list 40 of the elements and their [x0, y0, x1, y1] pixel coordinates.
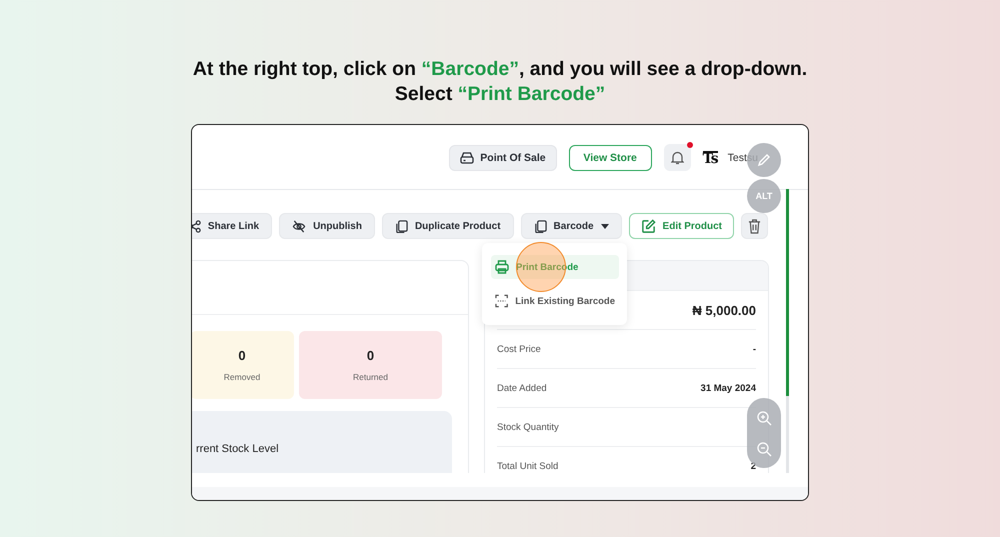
stat-label: Removed — [224, 372, 260, 382]
unpublish-button[interactable]: Unpublish — [279, 213, 375, 239]
panel-title: rrent Stock Level — [196, 443, 279, 455]
zoom-in-icon — [756, 410, 772, 426]
copy-icon — [394, 220, 408, 232]
delete-button[interactable] — [741, 213, 768, 239]
detail-value: 2 — [750, 460, 756, 472]
printer-icon — [495, 260, 509, 274]
zoom-out-button[interactable] — [756, 440, 772, 456]
instruction-text: Select “Print Barcode” — [394, 82, 606, 107]
detail-label: Cost Price — [497, 344, 541, 354]
point-of-sale-button[interactable]: Point Of Sale — [449, 144, 557, 170]
share-link-button[interactable]: Share Link — [192, 213, 272, 239]
menu-item[interactable]: Link Existing Barcode — [491, 289, 619, 313]
scan-icon — [495, 294, 508, 308]
detail-value: 31 May 2024 — [700, 382, 756, 394]
price-value: ₦ 5,000.00 — [692, 302, 756, 318]
edit-icon — [640, 218, 656, 234]
stat-value: 0 — [366, 348, 374, 363]
instruction-text: At the right top, click on “Barcode”, and you will see a drop-down. — [192, 57, 808, 82]
bell-icon — [670, 150, 684, 164]
pencil-icon — [757, 153, 771, 167]
detail-label: Stock Quantity — [497, 422, 559, 432]
zoom-out-icon — [756, 440, 772, 456]
store-logo: Ts — [702, 150, 718, 164]
copy-icon — [534, 220, 547, 232]
trash-icon — [748, 218, 761, 234]
stat-value: 0 — [238, 348, 246, 363]
detail-value: - — [752, 344, 756, 354]
register-icon — [460, 152, 474, 164]
eye-off-icon — [292, 220, 306, 232]
detail-label: Date Added — [497, 382, 547, 394]
zoom-in-button[interactable] — [756, 410, 772, 426]
notification-button[interactable] — [664, 144, 691, 171]
barcode-dropdown-button[interactable]: Barcode — [520, 213, 622, 239]
detail-label: Total Unit Sold — [497, 460, 558, 472]
stat-label: Returned — [353, 372, 388, 382]
edit-product-button[interactable]: Edit Product — [628, 213, 734, 239]
duplicate-product-button[interactable]: Duplicate Product — [382, 213, 514, 239]
view-store-button[interactable]: View Store — [568, 144, 652, 170]
